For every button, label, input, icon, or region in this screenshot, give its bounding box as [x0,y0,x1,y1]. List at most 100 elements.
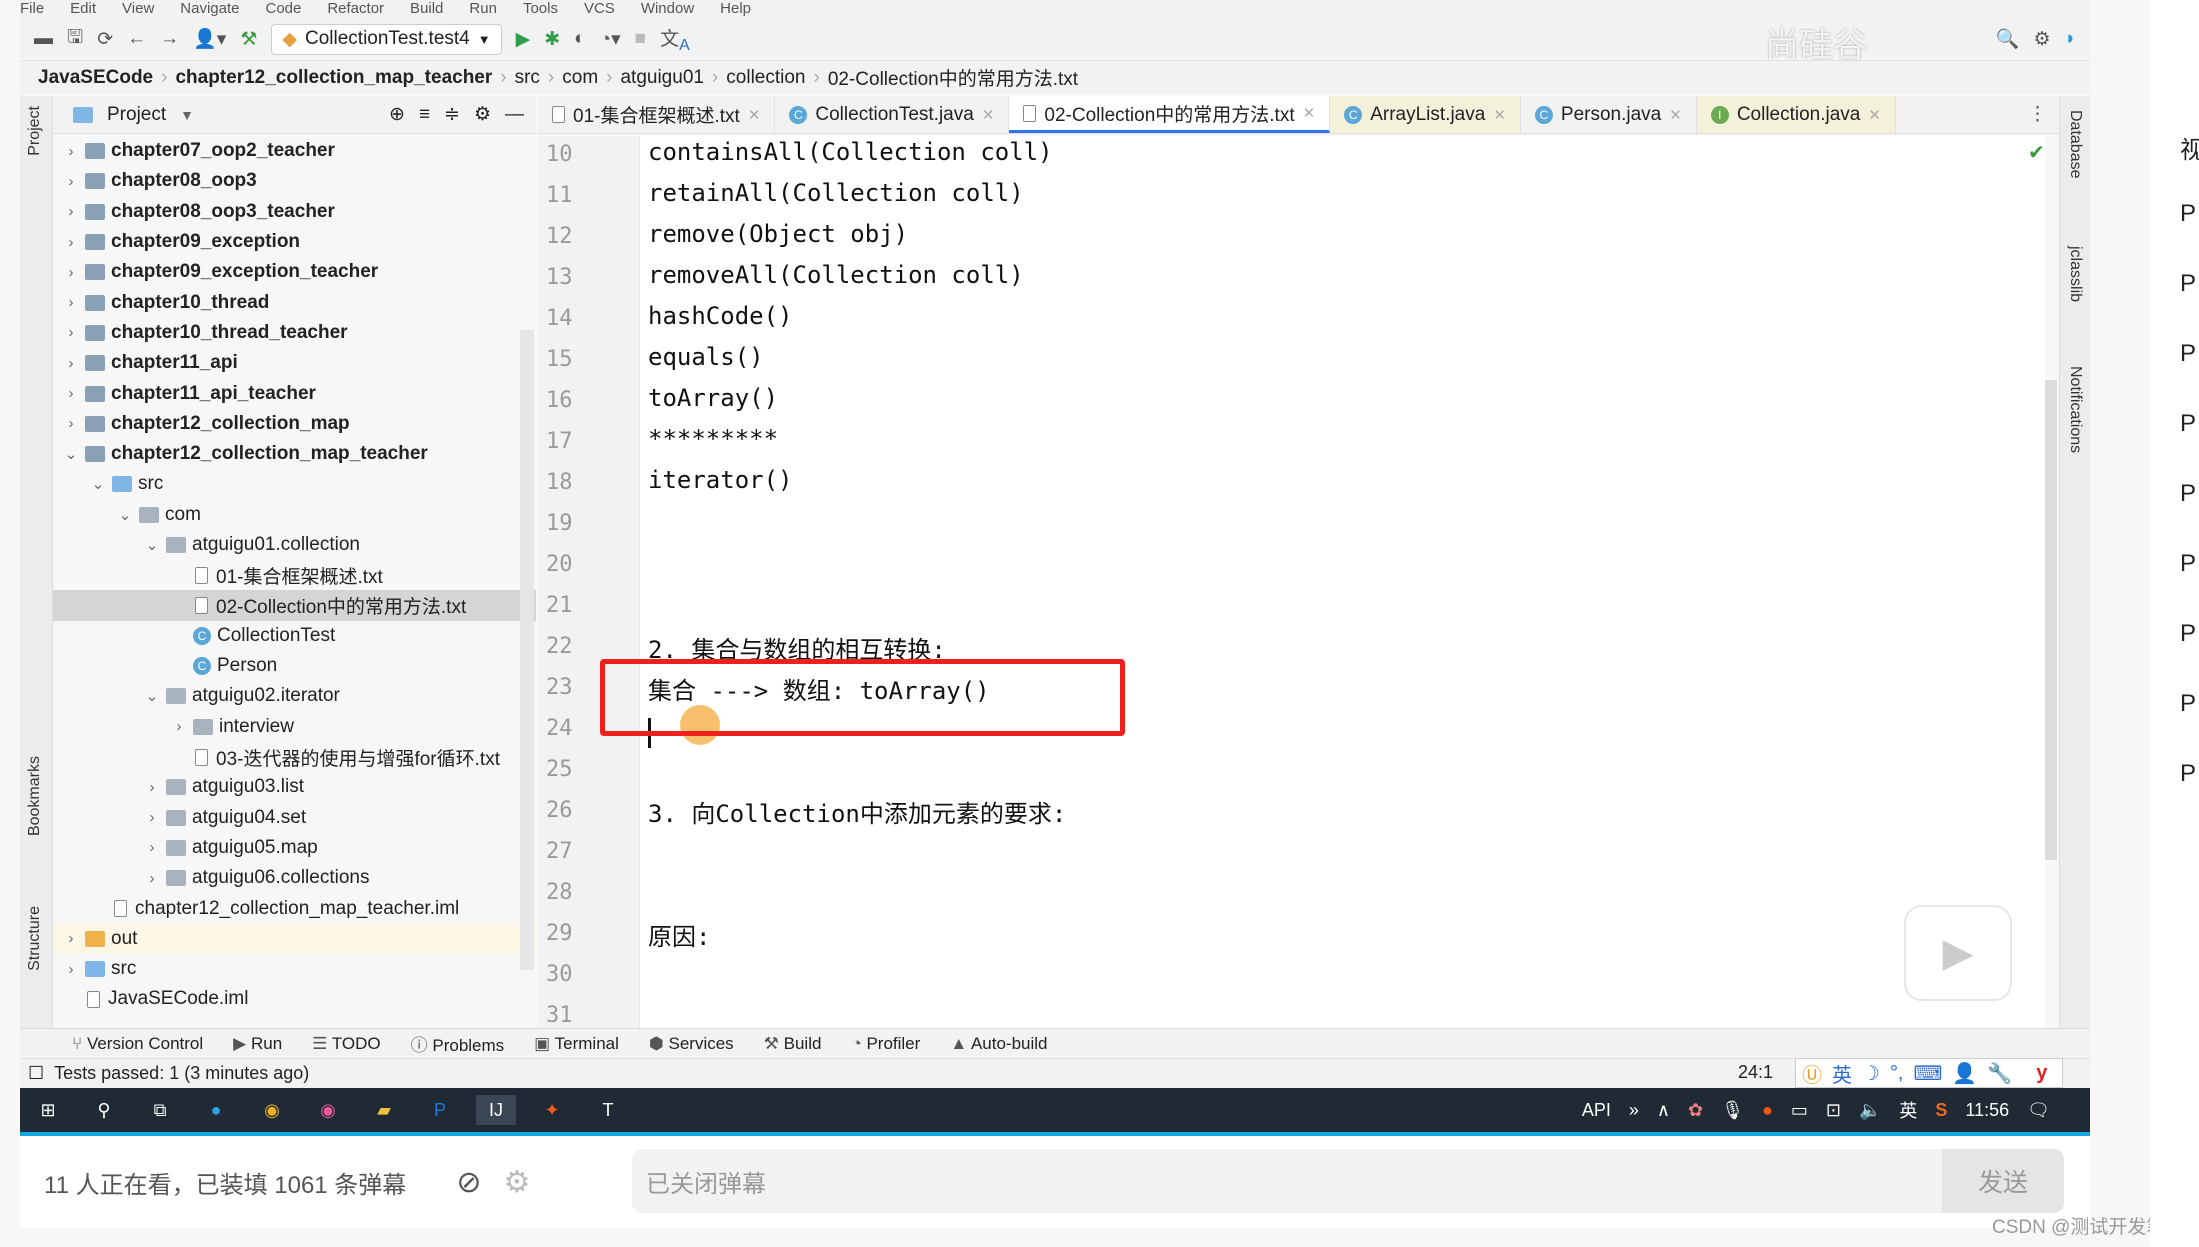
side-panel-item[interactable]: P [2180,550,2196,578]
code-editor[interactable]: containsAll(Collection coll) retainAll(Co… [640,136,2045,1028]
coverage-icon[interactable]: ◐ [574,28,585,50]
chevron-right-icon[interactable]: › [142,809,162,826]
tree-item[interactable]: C CollectionTest [53,621,536,651]
locate-icon[interactable]: ⊕ [389,103,405,126]
editor-tab[interactable]: C Person.java ✕ [1521,96,1697,133]
menu-item[interactable]: Run [469,0,497,17]
forward-icon[interactable]: → [160,28,179,50]
tree-scrollbar[interactable] [520,330,534,970]
keyboard-icon[interactable]: ⌨ [1914,1061,1943,1086]
project-view-select[interactable]: Project [107,104,166,126]
tree-item[interactable]: C Person [53,651,536,681]
chevron-right-icon[interactable]: › [61,203,81,220]
tree-item[interactable]: › atguigu04.set [53,803,536,833]
menu-item[interactable]: VCS [584,0,615,17]
more-tabs-icon[interactable]: ⋮ [2028,103,2047,126]
breadcrumb-item[interactable]: JavaSECode [38,67,153,89]
record-icon[interactable]: ● [1762,1100,1773,1121]
side-panel-item[interactable]: P [2180,620,2196,648]
chevron-right-icon[interactable]: › [61,143,81,160]
tree-item[interactable]: › src [53,954,536,984]
database-tool-button[interactable]: Database [2066,110,2084,179]
tree-item[interactable]: › chapter11_api [53,348,536,378]
user-icon[interactable]: 👤 [1952,1061,1977,1086]
tree-item[interactable]: › chapter12_collection_map [53,409,536,439]
menu-item[interactable]: Help [720,0,751,17]
danmaku-settings-icon[interactable]: ⚙ [503,1165,530,1200]
tool-window-build[interactable]: ⚒ Build [764,1034,822,1054]
battery-icon[interactable]: ▭ [1791,1100,1808,1121]
tool-window-services[interactable]: ⬢ Services [649,1034,734,1054]
chevron-right-icon[interactable]: › [61,415,81,432]
jclasslib-tool-button[interactable]: jclasslib [2066,246,2084,302]
settings-icon[interactable]: ⚙ [2033,28,2050,51]
breadcrumb-item[interactable]: collection [726,67,805,89]
tree-item[interactable]: › chapter11_api_teacher [53,378,536,408]
chevron-right-icon[interactable]: › [61,324,81,341]
tree-item[interactable]: ⌄ atguigu02.iterator [53,681,536,711]
chevron-right-icon[interactable]: › [61,173,81,190]
status-toggle-icon[interactable]: ☐ [28,1063,44,1084]
chevron-down-icon[interactable]: ⌄ [88,475,108,493]
editor-tab[interactable]: C ArrayList.java ✕ [1330,96,1521,133]
breadcrumb-item[interactable]: chapter12_collection_map_teacher [175,67,492,89]
run-configuration-select[interactable]: ◆ CollectionTest.test4 ▼ [271,23,502,55]
caret-position[interactable]: 24:1 [1738,1062,1773,1083]
side-panel-item[interactable]: P [2180,480,2196,508]
danmaku-toggle-icon[interactable]: ⊘ [456,1165,481,1200]
code-line[interactable]: containsAll(Collection coll) [648,138,1053,166]
chevron-right-icon[interactable]: › [142,839,162,856]
build-hammer-icon[interactable]: ⚒ [240,28,257,51]
menu-item[interactable]: Tools [523,0,558,17]
wrench-icon[interactable]: 🔧 [1987,1061,2012,1086]
tree-item[interactable]: JavaSECode.iml [53,984,536,1014]
side-panel-item[interactable]: P [2180,340,2196,368]
sync-icon[interactable]: ⟳ [97,28,113,51]
tool-window-terminal[interactable]: ▣ Terminal [534,1034,619,1054]
tree-item[interactable]: › chapter08_oop3 [53,166,536,196]
project-tool-button[interactable]: Project [26,106,44,156]
chevron-right-icon[interactable]: › [169,718,189,735]
side-panel-item[interactable]: P [2180,200,2196,228]
close-tab-icon[interactable]: ✕ [1669,106,1682,124]
code-line[interactable]: retainAll(Collection coll) [648,179,1024,207]
intellij-icon[interactable]: IJ [476,1095,516,1125]
tool-window-auto-build[interactable]: ▲ Auto-build [950,1034,1047,1054]
breadcrumb-item[interactable]: atguigu01 [620,67,703,89]
app-p-icon[interactable]: P [420,1095,460,1125]
more-icon[interactable]: » [1629,1100,1639,1121]
code-line[interactable]: toArray() [648,384,778,412]
code-line[interactable]: 原因: [648,917,710,952]
browser-icon[interactable]: ◉ [308,1095,348,1125]
run-icon[interactable]: ▶ [516,28,531,51]
punctuation-icon[interactable]: °, [1890,1062,1904,1085]
tree-item[interactable]: › atguigu06.collections [53,863,536,893]
chevron-right-icon[interactable]: › [61,930,81,947]
menu-item[interactable]: Build [410,0,443,17]
menu-item[interactable]: Window [641,0,694,17]
chevron-right-icon[interactable]: › [142,870,162,887]
editor-scrollbar[interactable] [2045,380,2057,860]
close-tab-icon[interactable]: ✕ [1868,106,1881,124]
tree-item[interactable]: › atguigu05.map [53,833,536,863]
task-view-icon[interactable]: ⧉ [140,1095,180,1125]
code-line[interactable]: equals() [648,343,764,371]
editor-tab[interactable]: I Collection.java ✕ [1696,96,1896,133]
tree-item[interactable]: ⌄ atguigu01.collection [53,530,536,560]
moon-icon[interactable]: ☽ [1862,1061,1880,1086]
side-panel-item[interactable]: 视 [2180,130,2199,165]
side-panel-item[interactable]: P [2180,760,2196,788]
code-line[interactable]: hashCode() [648,302,793,330]
app-orange-icon[interactable]: ✦ [532,1095,572,1125]
menu-item[interactable]: View [122,0,154,17]
chevron-right-icon[interactable]: › [61,961,81,978]
breadcrumb-item[interactable]: 02-Collection中的常用方法.txt [828,64,1078,91]
chevron-up-icon[interactable]: ∧ [1657,1100,1670,1121]
menu-item[interactable]: Navigate [180,0,239,17]
editor-tab[interactable]: 02-Collection中的常用方法.txt ✕ [1009,96,1331,133]
open-icon[interactable]: ▬ [34,28,53,50]
tree-item[interactable]: chapter12_collection_map_teacher.iml [53,893,536,923]
chevron-down-icon[interactable]: ⌄ [61,445,81,463]
code-line[interactable]: 3. 向Collection中添加元素的要求: [648,794,1066,829]
close-tab-icon[interactable]: ✕ [748,106,761,124]
